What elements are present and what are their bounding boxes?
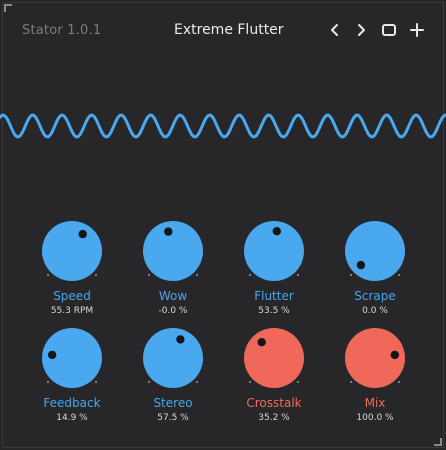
knob-indicator-dot — [164, 227, 173, 236]
plugin-window: Stator 1.0.1 Extreme Flutter Speed 55.3 R… — [0, 0, 446, 450]
knob-stereo[interactable]: Stereo 57.5 % — [123, 327, 223, 437]
knob-value: 100.0 % — [356, 413, 394, 423]
knob-label: Flutter — [254, 289, 294, 303]
knob-label: Feedback — [43, 396, 101, 410]
knob-indicator-dot — [48, 350, 57, 360]
knob-label: Scrape — [354, 289, 396, 303]
knob-indicator-dot — [390, 350, 399, 360]
knob-label: Mix — [364, 396, 386, 410]
chevron-left-icon[interactable] — [326, 20, 344, 40]
chevron-right-icon[interactable] — [352, 20, 370, 40]
knob-value: 57.5 % — [157, 413, 189, 423]
knob-indicator-dot — [176, 335, 185, 344]
knob-value: 53.5 % — [258, 306, 290, 316]
preset-name[interactable]: Extreme Flutter — [174, 22, 284, 38]
knob-dial[interactable] — [344, 220, 406, 282]
knob-wow[interactable]: Wow -0.0 % — [123, 220, 223, 330]
knob-label: Crosstalk — [246, 396, 302, 410]
knob-value: 55.3 RPM — [50, 306, 94, 316]
knob-dial[interactable] — [142, 327, 204, 389]
knob-feedback[interactable]: Feedback 14.9 % — [22, 327, 122, 437]
knob-dial[interactable] — [41, 220, 103, 282]
header-bar: Stator 1.0.1 Extreme Flutter — [0, 0, 446, 60]
knob-dial[interactable] — [243, 327, 305, 389]
knob-dial[interactable] — [243, 220, 305, 282]
waveform-line — [0, 113, 446, 139]
knob-value: 35.2 % — [258, 413, 290, 423]
knob-indicator-dot — [272, 227, 281, 236]
knob-label: Wow — [158, 289, 188, 303]
app-version: Stator 1.0.1 — [22, 23, 102, 38]
knob-indicator-dot — [257, 338, 266, 347]
knob-mix[interactable]: Mix 100.0 % — [325, 327, 425, 437]
knob-indicator-dot — [356, 260, 366, 270]
knob-label: Stereo — [153, 396, 193, 410]
knob-value: 0.0 % — [362, 306, 388, 316]
knob-value: -0.0 % — [158, 306, 188, 316]
knob-flutter[interactable]: Flutter 53.5 % — [224, 220, 324, 330]
knob-dial[interactable] — [344, 327, 406, 389]
knob-indicator-dot — [78, 229, 87, 239]
resize-handle-icon[interactable] — [434, 438, 442, 446]
knob-value: 14.9 % — [56, 413, 88, 423]
waveform-display — [0, 96, 446, 156]
knob-speed[interactable]: Speed 55.3 RPM — [22, 220, 122, 330]
knob-dial[interactable] — [41, 327, 103, 389]
knob-scrape[interactable]: Scrape 0.0 % — [325, 220, 425, 330]
knob-label: Speed — [53, 289, 91, 303]
knob-crosstalk[interactable]: Crosstalk 35.2 % — [224, 327, 324, 437]
knob-dial[interactable] — [142, 220, 204, 282]
plus-icon[interactable] — [408, 20, 426, 40]
window-icon[interactable] — [380, 20, 398, 40]
